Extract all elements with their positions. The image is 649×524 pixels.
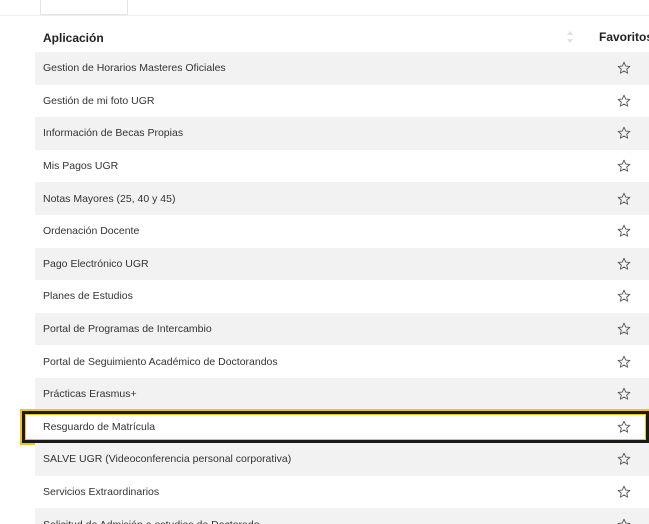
table-body: Gestion de Horarios Masteres Oficiales Ge… xyxy=(22,52,649,524)
application-name-link[interactable]: Prácticas Erasmus+ xyxy=(35,388,137,400)
star-outline-icon[interactable] xyxy=(617,257,631,271)
partial-tab[interactable] xyxy=(40,0,128,15)
table-row-highlighted[interactable]: Resguardo de Matrícula xyxy=(22,410,649,444)
table-row[interactable]: Gestión de mi foto UGR xyxy=(35,84,649,118)
application-name-link[interactable]: Ordenación Docente xyxy=(35,225,139,237)
app-list-page: Aplicación Favoritos Gestion de Horarios… xyxy=(0,0,649,524)
application-name-link[interactable]: Información de Becas Propias xyxy=(35,127,183,139)
star-outline-icon[interactable] xyxy=(617,159,631,173)
star-outline-icon[interactable] xyxy=(617,94,631,108)
application-name-link[interactable]: Portal de Seguimiento Académico de Docto… xyxy=(35,356,278,368)
star-outline-icon[interactable] xyxy=(617,61,631,75)
star-outline-icon[interactable] xyxy=(617,289,631,303)
table-row[interactable]: Planes de Estudios xyxy=(35,280,649,313)
star-outline-icon[interactable] xyxy=(617,452,631,466)
star-outline-icon[interactable] xyxy=(617,224,631,238)
application-name-link[interactable]: Portal de Programas de Intercambio xyxy=(35,323,212,335)
divider xyxy=(0,15,649,16)
table-row[interactable]: Información de Becas Propias xyxy=(35,117,649,150)
table-row[interactable]: Portal de Seguimiento Académico de Docto… xyxy=(35,345,649,378)
application-name-link[interactable]: Servicios Extraordinarios xyxy=(35,486,159,498)
star-outline-icon[interactable] xyxy=(617,192,631,206)
star-outline-icon[interactable] xyxy=(617,420,631,434)
application-name-link[interactable]: Notas Mayores (25, 40 y 45) xyxy=(35,193,175,205)
application-name-link[interactable]: Mis Pagos UGR xyxy=(35,160,118,172)
application-name-link[interactable]: SALVE UGR (Videoconferencia personal cor… xyxy=(35,453,291,465)
table-row[interactable]: SALVE UGR (Videoconferencia personal cor… xyxy=(35,443,649,476)
table-row[interactable]: Servicios Extraordinarios xyxy=(35,475,649,509)
star-outline-icon[interactable] xyxy=(617,485,631,499)
table-row[interactable]: Pago Electrónico UGR xyxy=(35,247,649,281)
table-row[interactable]: Ordenación Docente xyxy=(35,214,649,248)
application-name-link[interactable]: Solicitud de Admisión a estudios de Doct… xyxy=(35,519,260,524)
star-outline-icon[interactable] xyxy=(617,322,631,336)
application-name-link[interactable]: Resguardo de Matrícula xyxy=(35,421,155,433)
star-outline-icon[interactable] xyxy=(617,355,631,369)
table-row[interactable]: Notas Mayores (25, 40 y 45) xyxy=(35,182,649,215)
table-row[interactable]: Solicitud de Admisión a estudios de Doct… xyxy=(35,508,649,524)
table-row[interactable]: Prácticas Erasmus+ xyxy=(35,377,649,411)
table-row[interactable]: Mis Pagos UGR xyxy=(35,149,649,183)
applications-table: Aplicación Favoritos Gestion de Horarios… xyxy=(22,23,649,524)
table-header: Aplicación Favoritos xyxy=(35,23,649,52)
star-outline-icon[interactable] xyxy=(617,126,631,140)
table-row[interactable]: Portal de Programas de Intercambio xyxy=(35,312,649,346)
star-outline-icon[interactable] xyxy=(617,518,631,524)
sort-icon[interactable] xyxy=(566,30,574,44)
application-name-link[interactable]: Gestion de Horarios Masteres Oficiales xyxy=(35,62,226,74)
application-name-link[interactable]: Planes de Estudios xyxy=(35,290,133,302)
application-name-link[interactable]: Gestión de mi foto UGR xyxy=(35,95,154,107)
star-outline-icon[interactable] xyxy=(617,387,631,401)
column-header-favorites[interactable]: Favoritos xyxy=(599,23,649,52)
table-row[interactable]: Gestion de Horarios Masteres Oficiales xyxy=(35,52,649,85)
column-header-application[interactable]: Aplicación xyxy=(35,31,104,45)
application-name-link[interactable]: Pago Electrónico UGR xyxy=(35,258,149,270)
